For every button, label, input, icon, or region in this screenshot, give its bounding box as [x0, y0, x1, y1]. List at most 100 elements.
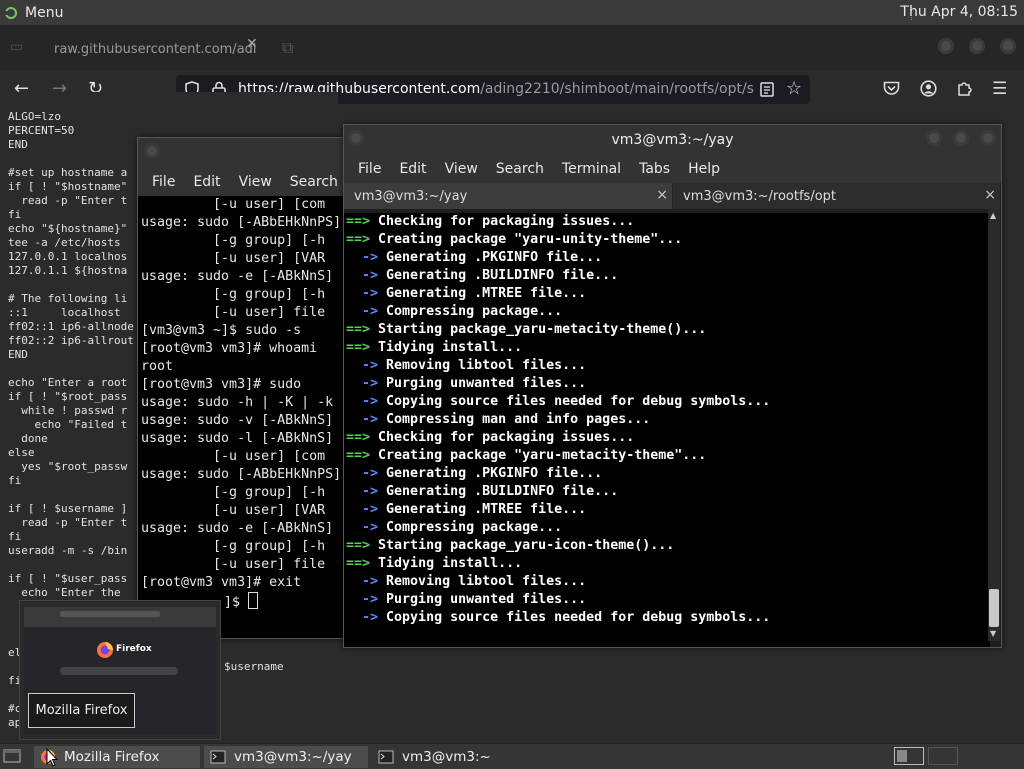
show-desktop-icon[interactable]	[3, 748, 21, 764]
firefox-maximize-button[interactable]	[969, 38, 985, 54]
line-arrow: ->	[346, 412, 379, 427]
scroll-thumb[interactable]	[989, 589, 999, 627]
hamburger-menu-icon[interactable]: ☰	[992, 79, 1007, 99]
terminal-window-main[interactable]: vm3@vm3:~/yay File Edit View Search Terminal…	[343, 124, 1002, 648]
firefox-close-button[interactable]	[1000, 38, 1016, 54]
menu-button[interactable]: Menu	[4, 3, 63, 22]
top-panel: Menu Thu Apr 4, 08:15	[0, 0, 1024, 26]
terminal1-menu-terminal[interactable]: Terminal	[562, 161, 621, 177]
taskbar: Mozilla Firefox vm3@vm3:~/yay vm3@vm3:~	[0, 743, 1024, 769]
pocket-icon[interactable]	[883, 81, 900, 96]
line-text: Purging unwanted files...	[378, 376, 587, 391]
line-arrow: ->	[346, 250, 379, 265]
firefox-tab[interactable]: raw.githubusercontent.com/adi	[38, 36, 268, 62]
terminal1-close-button[interactable]	[980, 130, 996, 146]
line-arrow: ->	[346, 376, 379, 391]
line-text: Starting package_yaru-metacity-theme()..…	[370, 322, 707, 337]
terminal2-line: usage: sudo [-ABbEHkNnPS]	[141, 467, 342, 482]
terminal2-line: root	[141, 359, 174, 374]
preview-toolbar	[24, 607, 216, 627]
line-text: Checking for packaging issues...	[370, 214, 635, 229]
terminal2-menu-file[interactable]: File	[152, 174, 175, 190]
reader-view-icon[interactable]	[760, 82, 774, 97]
terminal2-line: [root@vm3 vm3]# sudo	[141, 377, 302, 392]
taskbar-item-terminal-yay[interactable]: vm3@vm3:~/yay	[204, 746, 368, 768]
terminal2-close-button[interactable]	[144, 143, 160, 159]
terminal1-line: -> Purging unwanted files...	[346, 591, 990, 609]
terminal-icon	[378, 750, 394, 764]
preview-search-box	[60, 667, 178, 675]
account-icon[interactable]	[920, 80, 937, 97]
terminal-window-secondary[interactable]: File Edit View Search [-u user] [com usage: …	[137, 137, 369, 639]
terminal1-title: vm3@vm3:~/yay	[611, 132, 734, 148]
firefox-minimize-button[interactable]	[938, 38, 954, 54]
terminal2-line: [-g group] [-h	[141, 539, 326, 554]
bookmark-star-icon[interactable]: ☆	[786, 78, 802, 99]
line-arrow: ->	[346, 592, 379, 607]
terminal1-line: -> Purging unwanted files...	[346, 375, 990, 393]
terminal1-menu-tabs[interactable]: Tabs	[639, 161, 670, 177]
terminal1-menu-view[interactable]: View	[445, 161, 478, 177]
terminal1-line: -> Generating .BUILDINFO file...	[346, 267, 990, 285]
terminal2-menu-edit[interactable]: Edit	[193, 174, 220, 190]
terminal2-line: [root@vm3 vm3]# whoami	[141, 341, 318, 356]
terminal1-menu-search[interactable]: Search	[496, 161, 544, 177]
terminal2-menu-view[interactable]: View	[239, 174, 272, 190]
scroll-down-icon[interactable]: ▼	[990, 629, 996, 638]
terminal1-line: -> Generating .PKGINFO file...	[346, 249, 990, 267]
tab-yay-label: vm3@vm3:~/yay	[354, 188, 468, 204]
taskbar-item-terminal-yay-label: vm3@vm3:~/yay	[234, 749, 352, 765]
terminal1-menu-help[interactable]: Help	[688, 161, 720, 177]
line-text: Generating .MTREE file...	[378, 502, 587, 517]
terminal1-scrollbar[interactable]: ▲ ▼	[988, 209, 1000, 641]
firefox-tab-title: raw.githubusercontent.com/adi	[54, 41, 257, 57]
terminal1-output[interactable]: ==> Checking for packaging issues... ==> …	[344, 213, 990, 647]
terminal2-line: usage: sudo [-ABbEHkNnPS]	[141, 215, 342, 230]
line-text: Copying source files needed for debug sy…	[378, 610, 771, 625]
extensions-icon[interactable]	[956, 80, 973, 97]
line-arrow: ->	[346, 520, 379, 535]
terminal2-menu-search[interactable]: Search	[290, 174, 338, 190]
line-text: Creating package "yaru-metacity-theme"..…	[370, 448, 707, 463]
terminal1-menubar: File Edit View Search Terminal Tabs Help	[344, 155, 1001, 183]
terminal2-line: [-g group] [-h	[141, 485, 326, 500]
menu-label: Menu	[25, 4, 64, 21]
line-arrow: ==>	[346, 340, 371, 355]
tab-yay-close-icon[interactable]: ×	[656, 187, 668, 203]
workspace-1[interactable]	[894, 747, 924, 765]
tab-list-icon[interactable]: ▭	[10, 39, 23, 55]
line-text: Generating .PKGINFO file...	[378, 466, 603, 481]
line-text: Creating package "yaru-unity-theme"...	[370, 232, 683, 247]
line-arrow: ==>	[346, 448, 371, 463]
clock[interactable]: Thu Apr 4, 08:15	[900, 4, 1018, 20]
line-text: Generating .PKGINFO file...	[378, 250, 603, 265]
terminal1-line: -> Generating .PKGINFO file...	[346, 465, 990, 483]
terminal2-line: usage: sudo -h | -K | -k	[141, 395, 334, 410]
terminal2-line: [-u user] [com	[141, 197, 326, 212]
terminal1-menu-file[interactable]: File	[358, 161, 381, 177]
terminal2-output[interactable]: [-u user] [com usage: sudo [-ABbEHkNnPS] …	[138, 196, 368, 638]
tab-yay[interactable]: vm3@vm3:~/yay ×	[344, 183, 672, 209]
taskbar-item-firefox[interactable]: Mozilla Firefox	[34, 746, 200, 768]
line-text: Tidying install...	[370, 556, 523, 571]
terminal1-line: ==> Checking for packaging issues...	[346, 213, 990, 231]
tab-rootfs-opt[interactable]: vm3@vm3:~/rootfs/opt ×	[672, 183, 1000, 209]
terminal1-minimize-button[interactable]	[926, 130, 942, 146]
tab-close-icon[interactable]: ✕	[246, 36, 258, 52]
terminal1-titlebar[interactable]: vm3@vm3:~/yay	[344, 125, 1001, 155]
terminal1-menu-edit[interactable]: Edit	[399, 161, 426, 177]
terminal2-line: [-g group] [-h	[141, 233, 326, 248]
terminal2-titlebar[interactable]	[138, 138, 368, 168]
scroll-up-icon[interactable]: ▲	[990, 211, 996, 220]
line-text: Checking for packaging issues...	[370, 430, 635, 445]
terminal1-maximize-button[interactable]	[953, 130, 969, 146]
terminal2-line: [-u user] file	[141, 305, 326, 320]
new-tab-icon[interactable]: ⧉	[282, 38, 293, 58]
terminal2-line: [vm3@vm3 ~]$ sudo -s	[141, 323, 302, 338]
terminal2-menubar: File Edit View Search	[138, 168, 368, 196]
taskbar-item-terminal-home[interactable]: vm3@vm3:~	[372, 746, 536, 768]
terminal1-line: -> Removing libtool files...	[346, 573, 990, 591]
tab-rootfs-opt-close-icon[interactable]: ×	[984, 187, 996, 203]
workspace-2[interactable]	[928, 747, 958, 765]
line-text: Generating .BUILDINFO file...	[378, 484, 619, 499]
